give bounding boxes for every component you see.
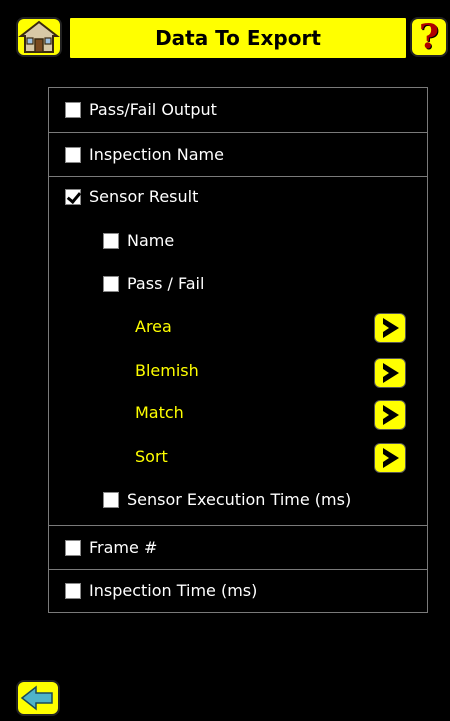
list-item-inspection-time[interactable]: Inspection Time (ms) bbox=[49, 570, 427, 613]
header: Data To Export ? bbox=[0, 0, 450, 72]
inspection-name-label: Inspection Name bbox=[89, 145, 224, 164]
chevron-right-icon bbox=[383, 405, 399, 425]
back-button[interactable] bbox=[16, 680, 60, 716]
pass-fail-label: Pass / Fail bbox=[127, 274, 205, 293]
match-submenu-button[interactable] bbox=[374, 400, 406, 430]
area-label: Area bbox=[135, 317, 172, 336]
list-item-inspection-name[interactable]: Inspection Name bbox=[49, 133, 427, 176]
list-item-pass-fail-output[interactable]: Pass/Fail Output bbox=[49, 88, 427, 132]
frame-number-label: Frame # bbox=[89, 538, 158, 557]
home-button[interactable] bbox=[16, 17, 62, 57]
sort-submenu-button[interactable] bbox=[374, 443, 406, 473]
back-arrow-icon bbox=[20, 685, 53, 711]
title-bar: Data To Export bbox=[68, 16, 408, 60]
chevron-right-icon bbox=[383, 363, 399, 383]
inspection-name-checkbox[interactable] bbox=[65, 147, 81, 163]
home-icon bbox=[18, 20, 60, 53]
frame-number-checkbox[interactable] bbox=[65, 540, 81, 556]
sort-label: Sort bbox=[135, 447, 168, 466]
sensor-result-checkbox[interactable] bbox=[65, 189, 81, 205]
inspection-time-label: Inspection Time (ms) bbox=[89, 581, 258, 600]
sensor-execution-time-checkbox[interactable] bbox=[103, 492, 119, 508]
sensor-result-group: Sensor Result Name Pass / Fail Area Blem… bbox=[49, 177, 427, 549]
name-checkbox[interactable] bbox=[103, 233, 119, 249]
help-button[interactable]: ? bbox=[410, 17, 448, 57]
sensor-execution-time-label: Sensor Execution Time (ms) bbox=[127, 490, 352, 509]
list-item-frame-number[interactable]: Frame # bbox=[49, 526, 427, 569]
chevron-right-icon bbox=[383, 448, 399, 468]
area-submenu-button[interactable] bbox=[374, 313, 406, 343]
pass-fail-checkbox[interactable] bbox=[103, 276, 119, 292]
chevron-right-icon bbox=[383, 318, 399, 338]
inspection-time-checkbox[interactable] bbox=[65, 583, 81, 599]
blemish-label: Blemish bbox=[135, 361, 199, 380]
name-label: Name bbox=[127, 231, 175, 250]
export-data-list: Pass/Fail Output Inspection Name Sensor … bbox=[48, 87, 428, 613]
sensor-result-label: Sensor Result bbox=[89, 187, 199, 206]
match-label: Match bbox=[135, 403, 184, 422]
pass-fail-output-label: Pass/Fail Output bbox=[89, 100, 217, 119]
help-icon: ? bbox=[419, 17, 439, 57]
page-title: Data To Export bbox=[155, 26, 321, 50]
pass-fail-output-checkbox[interactable] bbox=[65, 102, 81, 118]
blemish-submenu-button[interactable] bbox=[374, 358, 406, 388]
